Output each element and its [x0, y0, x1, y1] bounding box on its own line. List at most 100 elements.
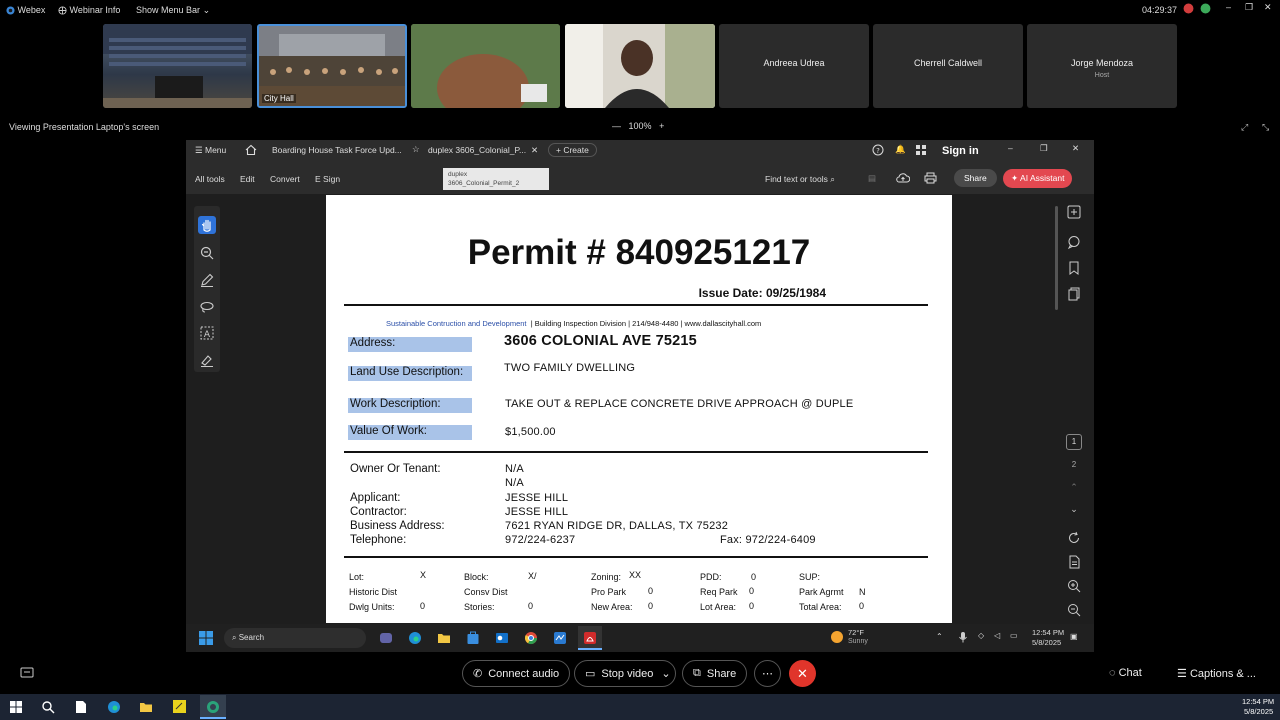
pen-tool-icon[interactable]: [198, 271, 216, 289]
file-explorer-icon[interactable]: [139, 700, 153, 714]
current-page-number[interactable]: 1: [1066, 434, 1082, 450]
expand-icon[interactable]: ⤢: [1241, 122, 1248, 133]
chevron-down-icon[interactable]: ⌄: [661, 667, 670, 680]
taskbar-search-box[interactable]: ⌕ Search: [224, 628, 366, 648]
zoom-out-button[interactable]: —: [612, 121, 621, 131]
find-tools-button[interactable]: Find text or tools ⌕: [765, 174, 835, 185]
pages-icon[interactable]: [1066, 286, 1082, 302]
help-icon[interactable]: ?: [872, 144, 884, 156]
sign-tool-icon[interactable]: [198, 351, 216, 369]
menu-button[interactable]: ☰ Menu: [195, 145, 226, 156]
star-icon[interactable]: ☆: [412, 144, 420, 155]
participant-tile-1[interactable]: Andreea Udrea: [719, 24, 869, 108]
share-screen-button[interactable]: ⧉ Share: [682, 660, 748, 687]
inner-clock-date: 5/8/2025: [1032, 638, 1062, 647]
captions-button[interactable]: ☰ Captions & ...: [1177, 667, 1256, 680]
video-tile-participant-3[interactable]: [411, 24, 560, 108]
save-icon[interactable]: ▤: [868, 173, 876, 184]
create-button[interactable]: + Create: [548, 143, 597, 157]
document-icon[interactable]: [1066, 554, 1082, 570]
video-tile-city-hall[interactable]: City Hall: [257, 24, 407, 108]
tab-boarding-house[interactable]: Boarding House Task Force Upd...: [272, 145, 402, 155]
stop-video-button[interactable]: ▭ Stop video ⌄: [574, 660, 676, 687]
leave-meeting-button[interactable]: ✕: [789, 660, 816, 687]
participant-tile-2[interactable]: Cherrell Caldwell: [873, 24, 1023, 108]
webinar-info-button[interactable]: Webinar Info: [58, 5, 120, 15]
battery-icon[interactable]: ▭: [1010, 631, 1018, 640]
hand-tool-icon[interactable]: [198, 216, 216, 234]
layout-icon[interactable]: [20, 666, 34, 680]
lasso-tool-icon[interactable]: [198, 298, 216, 316]
esign-tab[interactable]: E Sign: [315, 174, 340, 184]
file-icon[interactable]: [75, 700, 87, 714]
more-dots-icon: ⋯: [762, 668, 773, 680]
acrobat-taskbar-icon[interactable]: [578, 626, 602, 650]
upload-cloud-icon[interactable]: [896, 172, 910, 184]
convert-tab[interactable]: Convert: [270, 174, 300, 184]
more-options-button[interactable]: ⋯: [754, 660, 781, 687]
tooltip-line-2: 3606_Colonial_Permit_2: [448, 180, 520, 187]
store-icon[interactable]: [466, 631, 480, 645]
participant-tile-3[interactable]: Jorge Mendoza Host: [1027, 24, 1177, 108]
share-button[interactable]: Share: [954, 169, 997, 187]
collapse-icon[interactable]: ⤡: [1262, 122, 1269, 133]
volume-icon[interactable]: ◁: [994, 631, 1000, 640]
apps-icon[interactable]: [915, 144, 927, 156]
permit-title: Permit # 8409251217: [467, 233, 811, 272]
video-tile-participant-4[interactable]: [565, 24, 715, 108]
chrome-icon[interactable]: [524, 631, 538, 645]
zoom-out-icon[interactable]: [1066, 602, 1082, 618]
zoom-tool-icon[interactable]: [198, 244, 216, 262]
print-icon[interactable]: [924, 172, 937, 184]
sticky-notes-icon[interactable]: [172, 699, 187, 714]
windows-start-icon[interactable]: [10, 701, 22, 713]
edge-icon[interactable]: [107, 700, 121, 714]
teams-icon[interactable]: [379, 631, 393, 645]
record-icon[interactable]: [1183, 3, 1194, 14]
participant-video: [565, 24, 715, 108]
microphone-icon[interactable]: [958, 631, 968, 643]
close-tab-icon[interactable]: ✕: [531, 145, 538, 156]
chat-bubble-icon[interactable]: [1066, 234, 1082, 250]
chevron-up-icon[interactable]: ⌃: [936, 632, 943, 641]
webex-app-name[interactable]: Webex: [6, 5, 45, 15]
ai-assistant-button[interactable]: ✦ AI Assistant: [1003, 169, 1073, 188]
video-tile-council-chamber[interactable]: [103, 24, 252, 108]
window-close-icon[interactable]: ✕: [1072, 143, 1079, 154]
divider: [344, 556, 928, 558]
zoom-in-icon[interactable]: [1066, 578, 1082, 594]
chat-button[interactable]: ◌ Chat: [1109, 667, 1142, 679]
sign-in-button[interactable]: Sign in: [942, 145, 979, 157]
bookmark-icon[interactable]: [1066, 260, 1082, 276]
edge-icon[interactable]: [408, 631, 422, 645]
chevron-up-icon[interactable]: ⌃: [1066, 482, 1082, 498]
window-restore-icon[interactable]: ❐: [1040, 143, 1048, 154]
webex-taskbar-icon[interactable]: [200, 695, 226, 719]
edit-tab[interactable]: Edit: [240, 174, 255, 184]
refresh-icon[interactable]: [1066, 530, 1082, 546]
outlook-icon[interactable]: [495, 631, 509, 645]
wifi-icon[interactable]: ◇: [978, 631, 984, 640]
search-icon[interactable]: [41, 700, 55, 714]
share-icon: ⧉: [693, 667, 701, 679]
show-menu-bar-button[interactable]: Show Menu Bar ⌄: [136, 5, 210, 16]
window-minimize-icon[interactable]: –: [1008, 143, 1013, 153]
notification-icon[interactable]: ▣: [1070, 632, 1078, 641]
home-icon[interactable]: [245, 144, 257, 156]
close-icon[interactable]: ✕: [1264, 2, 1272, 13]
file-explorer-icon[interactable]: [437, 631, 451, 645]
windows-start-icon[interactable]: [199, 631, 213, 645]
comment-panel-icon[interactable]: [1066, 204, 1082, 220]
zoom-in-button[interactable]: +: [659, 121, 664, 131]
webex-app-icon[interactable]: [553, 631, 567, 645]
minimize-icon[interactable]: –: [1226, 2, 1231, 12]
chevron-down-icon[interactable]: ⌄: [1066, 504, 1082, 520]
all-tools-tab[interactable]: All tools: [195, 174, 225, 184]
tab-duplex-permit[interactable]: duplex 3606_Colonial_P...: [428, 145, 526, 155]
text-select-tool-icon[interactable]: A: [198, 324, 216, 342]
vertical-scrollbar[interactable]: [1055, 206, 1058, 310]
restore-icon[interactable]: ❐: [1245, 2, 1253, 13]
bell-icon[interactable]: 🔔: [895, 144, 906, 155]
status-icon[interactable]: [1200, 3, 1211, 14]
connect-audio-button[interactable]: ✆ Connect audio: [462, 660, 571, 687]
